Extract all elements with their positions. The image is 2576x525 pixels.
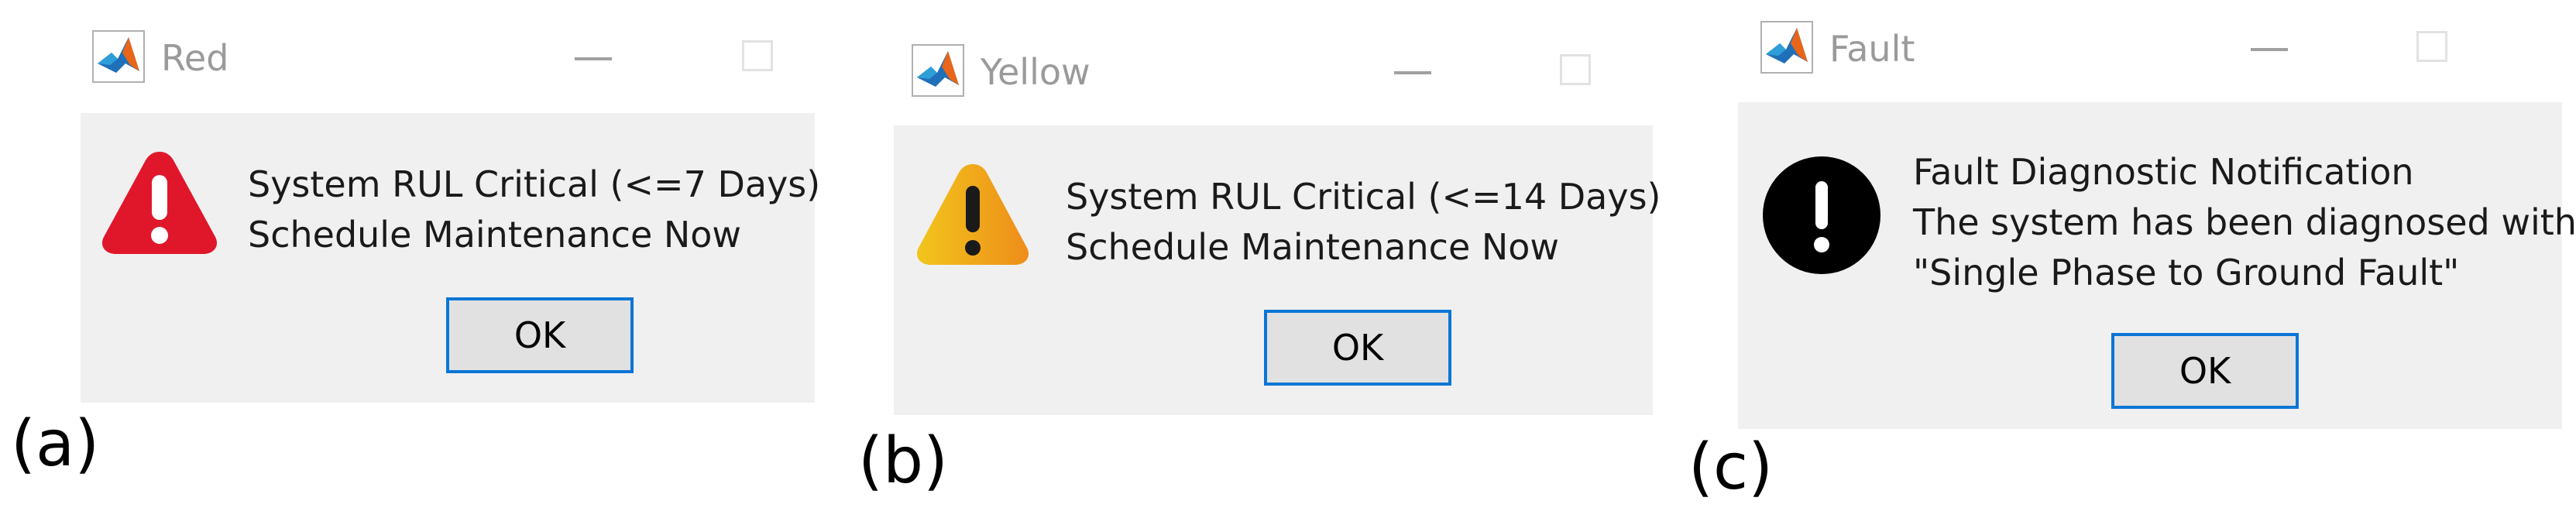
dialog-red: Red System RUL Critical (<=7 Days) Sched…	[0, 0, 821, 525]
message-line: System RUL Critical (<=7 Days)	[248, 163, 821, 205]
minimize-icon[interactable]	[2251, 48, 2288, 51]
dialog-body: System RUL Critical (<=14 Days) Schedule…	[894, 125, 1661, 415]
maximize-icon[interactable]	[2416, 31, 2447, 62]
dialog-body: Fault Diagnostic Notification The system…	[1738, 102, 2576, 429]
dialog-body: System RUL Critical (<=7 Days) Schedule …	[81, 113, 820, 403]
panel-label: (c)	[1688, 431, 1774, 504]
message-line: Schedule Maintenance Now	[1066, 226, 1560, 268]
matlab-app-icon	[912, 44, 964, 97]
message-line: System RUL Critical (<=14 Days)	[1066, 176, 1661, 218]
message-line: Fault Diagnostic Notification	[1913, 151, 2414, 193]
ok-button[interactable]: OK	[1264, 310, 1451, 386]
matlab-app-icon	[1760, 21, 1813, 74]
maximize-icon[interactable]	[742, 40, 773, 71]
ok-button[interactable]: OK	[2111, 333, 2299, 409]
warning-triangle-icon	[101, 152, 218, 254]
titlebar: Yellow	[852, 0, 1673, 97]
message-line: Schedule Maintenance Now	[248, 214, 742, 256]
window-title: Fault	[1829, 28, 1915, 70]
dialog-message: System RUL Critical (<=7 Days) Schedule …	[248, 160, 820, 260]
panel-label: (b)	[858, 424, 949, 498]
minimize-icon[interactable]	[575, 57, 612, 60]
maximize-icon[interactable]	[1560, 54, 1591, 85]
titlebar: Red	[0, 0, 821, 87]
titlebar: Fault	[1681, 0, 2576, 87]
panel-label: (a)	[11, 407, 100, 481]
warning-triangle-icon	[916, 164, 1029, 265]
dialog-yellow: Yellow System RUL Critical (<=14 Days) S…	[852, 0, 1673, 525]
window-title: Red	[161, 37, 229, 79]
dialog-message: System RUL Critical (<=14 Days) Schedule…	[1066, 172, 1661, 273]
dialog-fault: Fault Fault Diagnostic Notification The …	[1681, 0, 2576, 525]
message-line: "Single Phase to Ground Fault"	[1913, 252, 2460, 293]
matlab-app-icon	[92, 30, 145, 83]
error-circle-icon	[1763, 156, 1880, 274]
dialog-message: Fault Diagnostic Notification The system…	[1913, 147, 2576, 298]
minimize-icon[interactable]	[1394, 71, 1431, 74]
window-title: Yellow	[981, 51, 1091, 93]
ok-button[interactable]: OK	[446, 297, 634, 373]
message-line: The system has been diagnosed with	[1913, 201, 2576, 243]
